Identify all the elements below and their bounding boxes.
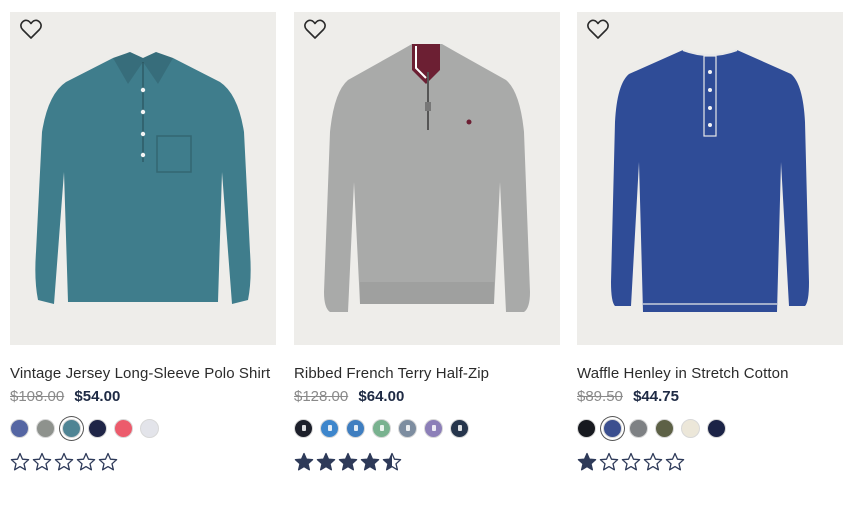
- star-empty-icon: [54, 452, 74, 471]
- color-swatch[interactable]: [294, 418, 313, 438]
- color-swatch[interactable]: [655, 418, 674, 438]
- color-swatch[interactable]: [114, 418, 133, 438]
- logo-icon: [379, 425, 384, 431]
- product-title[interactable]: Ribbed French Terry Half-Zip: [294, 365, 560, 382]
- color-swatch[interactable]: [88, 418, 107, 438]
- logo-icon: [457, 425, 462, 431]
- star-rating: [294, 452, 560, 472]
- sale-price: $64.00: [358, 388, 405, 405]
- color-swatch[interactable]: [398, 418, 417, 438]
- star-filled-icon: [316, 452, 336, 471]
- color-swatch[interactable]: [62, 418, 81, 438]
- product-card: Ribbed French Terry Half-Zip $128.00 $64…: [294, 12, 560, 472]
- star-empty-icon: [76, 452, 96, 471]
- product-image[interactable]: [10, 12, 276, 345]
- product-image[interactable]: [294, 12, 560, 345]
- product-image[interactable]: [577, 12, 843, 345]
- product-title[interactable]: Vintage Jersey Long-Sleeve Polo Shirt: [10, 365, 276, 382]
- price-block: $128.00 $64.00: [294, 388, 560, 405]
- color-swatch[interactable]: [424, 418, 443, 438]
- product-card: Waffle Henley in Stretch Cotton $89.50 $…: [577, 12, 843, 472]
- logo-icon: [301, 425, 306, 431]
- star-filled-icon: [338, 452, 358, 471]
- logo-icon: [353, 425, 358, 431]
- logo-icon: [405, 425, 410, 431]
- logo-icon: [327, 425, 332, 431]
- product-card: Vintage Jersey Long-Sleeve Polo Shirt $1…: [10, 12, 276, 472]
- star-empty-icon: [10, 452, 30, 471]
- star-empty-icon: [643, 452, 663, 471]
- color-swatches: [10, 417, 276, 439]
- star-rating: [10, 452, 276, 472]
- star-filled-icon: [294, 452, 314, 471]
- star-rating: [577, 452, 843, 472]
- wishlist-heart-icon[interactable]: [19, 18, 43, 40]
- color-swatch[interactable]: [681, 418, 700, 438]
- original-price: $108.00: [10, 388, 65, 405]
- star-empty-icon: [621, 452, 641, 471]
- color-swatch[interactable]: [140, 418, 159, 438]
- wishlist-heart-icon[interactable]: [303, 18, 327, 40]
- price-block: $108.00 $54.00: [10, 388, 276, 405]
- logo-icon: [431, 425, 436, 431]
- color-swatch[interactable]: [707, 418, 726, 438]
- color-swatch[interactable]: [372, 418, 391, 438]
- color-swatch[interactable]: [603, 418, 622, 438]
- henley-shirt-image[interactable]: [577, 12, 843, 345]
- polo-shirt-image[interactable]: [10, 12, 276, 345]
- star-half-icon: [382, 452, 402, 471]
- color-swatch[interactable]: [320, 418, 339, 438]
- product-grid: Vintage Jersey Long-Sleeve Polo Shirt $1…: [0, 0, 850, 516]
- sale-price: $44.75: [633, 388, 679, 405]
- star-filled-icon: [360, 452, 380, 471]
- price-block: $89.50 $44.75: [577, 388, 843, 405]
- star-filled-icon: [577, 452, 597, 471]
- half-zip-sweater-image[interactable]: [294, 12, 560, 345]
- sale-price: $54.00: [74, 388, 121, 405]
- color-swatches: [294, 417, 560, 439]
- star-empty-icon: [32, 452, 52, 471]
- color-swatch[interactable]: [450, 418, 469, 438]
- color-swatch[interactable]: [629, 418, 648, 438]
- star-empty-icon: [665, 452, 685, 471]
- color-swatches: [577, 417, 843, 439]
- wishlist-heart-icon[interactable]: [586, 18, 610, 40]
- original-price: $128.00: [294, 388, 349, 405]
- color-swatch[interactable]: [346, 418, 365, 438]
- product-title[interactable]: Waffle Henley in Stretch Cotton: [577, 365, 843, 382]
- star-empty-icon: [599, 452, 619, 471]
- color-swatch[interactable]: [10, 418, 29, 438]
- color-swatch[interactable]: [577, 418, 596, 438]
- star-empty-icon: [98, 452, 118, 471]
- color-swatch[interactable]: [36, 418, 55, 438]
- original-price: $89.50: [577, 388, 623, 405]
